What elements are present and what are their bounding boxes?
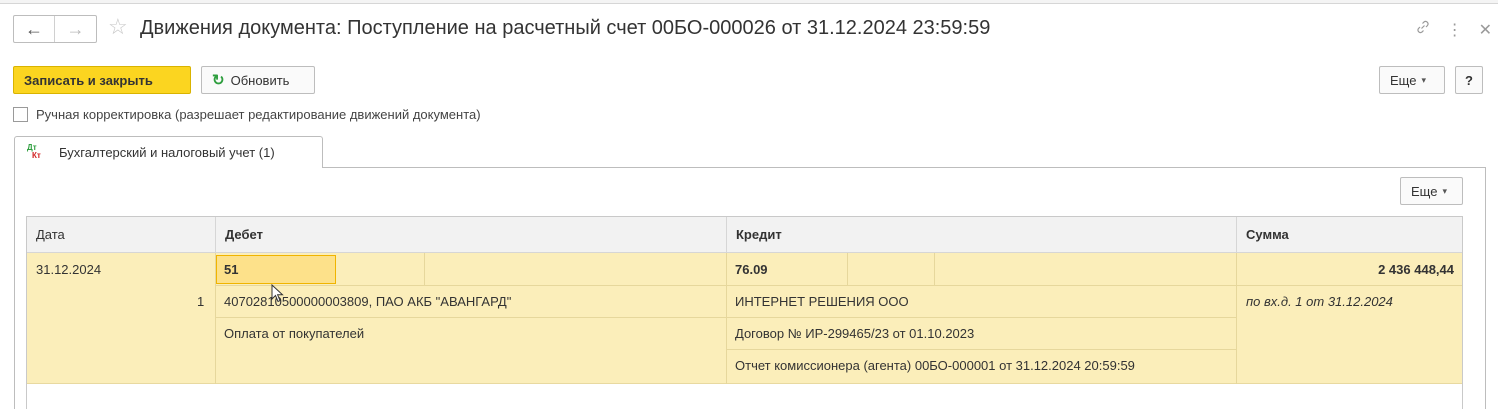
cell-credit-subconto-1[interactable]: ИНТЕРНЕТ РЕШЕНИЯ ООО: [735, 294, 909, 309]
cell-debit-subconto-2[interactable]: Оплата от покупателей: [224, 326, 364, 341]
column-credit[interactable]: Кредит: [727, 217, 1237, 253]
manual-edit-row: Ручная корректировка (разрешает редактир…: [13, 107, 481, 122]
refresh-button[interactable]: ↻ Обновить: [201, 66, 315, 94]
column-date[interactable]: Дата: [27, 217, 216, 253]
tab-label: Бухгалтерский и налоговый учет (1): [59, 145, 275, 160]
navigation-group: ← →: [13, 15, 97, 43]
refresh-label: Обновить: [230, 72, 290, 88]
help-label: ?: [1465, 72, 1473, 88]
chevron-down-icon: ▾: [1421, 74, 1426, 85]
column-sum[interactable]: Сумма: [1237, 217, 1462, 253]
table-header: Дата Дебет Кредит Сумма: [27, 217, 1462, 253]
more-vertical-icon[interactable]: ⋮: [1447, 20, 1463, 40]
arrow-left-icon: ←: [25, 18, 43, 39]
manual-edit-checkbox[interactable]: [13, 107, 28, 122]
table-more-button[interactable]: Еще ▾: [1400, 177, 1463, 205]
column-debit[interactable]: Дебет: [216, 217, 727, 253]
forward-button[interactable]: →: [55, 16, 96, 42]
cell-debit-subconto-1[interactable]: 40702810500000003809, ПАО АКБ "АВАНГАРД": [224, 294, 511, 309]
window-controls: ⋮ ✕: [1415, 19, 1492, 40]
cell-credit-subconto-3[interactable]: Отчет комиссионера (агента) 00БО-000001 …: [735, 358, 1135, 373]
more-label: Еще: [1390, 72, 1417, 88]
refresh-icon: ↻: [212, 72, 225, 89]
arrow-right-icon: →: [66, 18, 85, 39]
table-more-label: Еще: [1411, 183, 1438, 199]
manual-edit-label[interactable]: Ручная корректировка (разрешает редактир…: [36, 107, 481, 122]
tab-accounting[interactable]: Дт Кт Бухгалтерский и налоговый учет (1): [14, 136, 323, 168]
save-and-close-button[interactable]: Записать и закрыть: [13, 66, 191, 94]
help-button[interactable]: ?: [1455, 66, 1483, 94]
cell-credit-account[interactable]: 76.09: [735, 262, 768, 277]
form-toolbar: Записать и закрыть ↻ Обновить Еще ▾ ?: [0, 64, 1498, 94]
cell-credit-subconto-2[interactable]: Договор № ИР-299465/23 от 01.10.2023: [735, 326, 974, 341]
chevron-down-icon: ▾: [1442, 185, 1447, 196]
back-button[interactable]: ←: [14, 16, 55, 42]
more-button[interactable]: Еще ▾: [1379, 66, 1445, 94]
cell-line-number: 1: [197, 294, 205, 309]
title-bar: ← → ☆ Движения документа: Поступление на…: [0, 4, 1498, 52]
link-icon[interactable]: [1415, 19, 1431, 40]
close-icon[interactable]: ✕: [1479, 20, 1492, 40]
movements-table: Дата Дебет Кредит Сумма 31.12.2024 1 51 …: [26, 216, 1463, 409]
cell-sum-note: по вх.д. 1 от 31.12.2024: [1246, 294, 1393, 309]
mouse-pointer-icon: [271, 284, 284, 303]
save-and-close-label: Записать и закрыть: [24, 72, 153, 88]
cell-debit-account[interactable]: 51: [224, 262, 238, 277]
star-icon[interactable]: ☆: [108, 16, 128, 38]
page-title: Движения документа: Поступление на расче…: [140, 17, 991, 39]
debit-credit-icon: Дт Кт: [27, 142, 41, 160]
cell-sum[interactable]: 2 436 448,44: [1378, 262, 1454, 277]
cell-date: 31.12.2024: [36, 262, 102, 277]
